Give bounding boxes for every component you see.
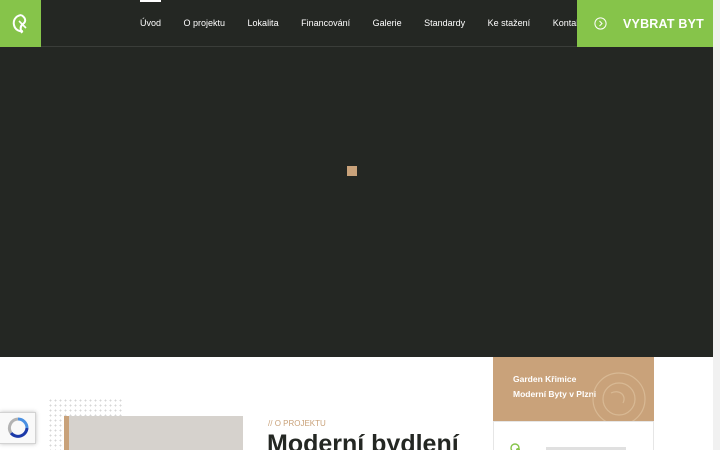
project-card-subtitle: Moderní Byty v Plzni bbox=[513, 389, 597, 399]
feature-card bbox=[493, 421, 654, 450]
leaf-logo-icon bbox=[12, 13, 27, 33]
loading-indicator bbox=[347, 166, 357, 176]
nav-item-standardy[interactable]: Standardy bbox=[424, 0, 465, 47]
site-header: Úvod O projektu Lokalita Financování Gal… bbox=[0, 0, 713, 47]
main-nav: Úvod O projektu Lokalita Financování Gal… bbox=[140, 0, 606, 47]
recaptcha-icon bbox=[7, 417, 28, 438]
eyebrow-prefix: // bbox=[268, 419, 273, 428]
nav-item-financovani[interactable]: Financování bbox=[301, 0, 350, 47]
choose-apartment-label: VYBRAT BYT bbox=[623, 16, 704, 31]
logo[interactable] bbox=[0, 0, 41, 47]
nav-item-lokalita[interactable]: Lokalita bbox=[248, 0, 279, 47]
page: Úvod O projektu Lokalita Financování Gal… bbox=[0, 0, 720, 450]
arrow-circle-right-icon bbox=[594, 17, 607, 30]
nav-item-uvod[interactable]: Úvod bbox=[140, 0, 162, 47]
decorative-circle-icon bbox=[592, 372, 646, 421]
choose-apartment-button[interactable]: VYBRAT BYT bbox=[577, 0, 713, 47]
hero-section bbox=[0, 47, 713, 357]
section-heading: Moderní bydlení bbox=[267, 430, 459, 450]
eyebrow-label: O PROJEKTU bbox=[274, 419, 326, 428]
project-photo bbox=[64, 416, 243, 450]
section-eyebrow: // O PROJEKTU bbox=[268, 419, 326, 428]
project-card-title: Garden Křimice bbox=[513, 374, 577, 384]
nav-item-ke-stazeni[interactable]: Ke stažení bbox=[488, 0, 531, 47]
recaptcha-badge[interactable] bbox=[0, 412, 36, 444]
leaf-icon bbox=[510, 443, 520, 450]
photo-accent-bar bbox=[64, 416, 69, 450]
scrollbar[interactable] bbox=[713, 0, 720, 450]
nav-item-o-projektu[interactable]: O projektu bbox=[184, 0, 226, 47]
project-card: Garden Křimice Moderní Byty v Plzni bbox=[493, 357, 654, 421]
nav-item-galerie[interactable]: Galerie bbox=[373, 0, 402, 47]
